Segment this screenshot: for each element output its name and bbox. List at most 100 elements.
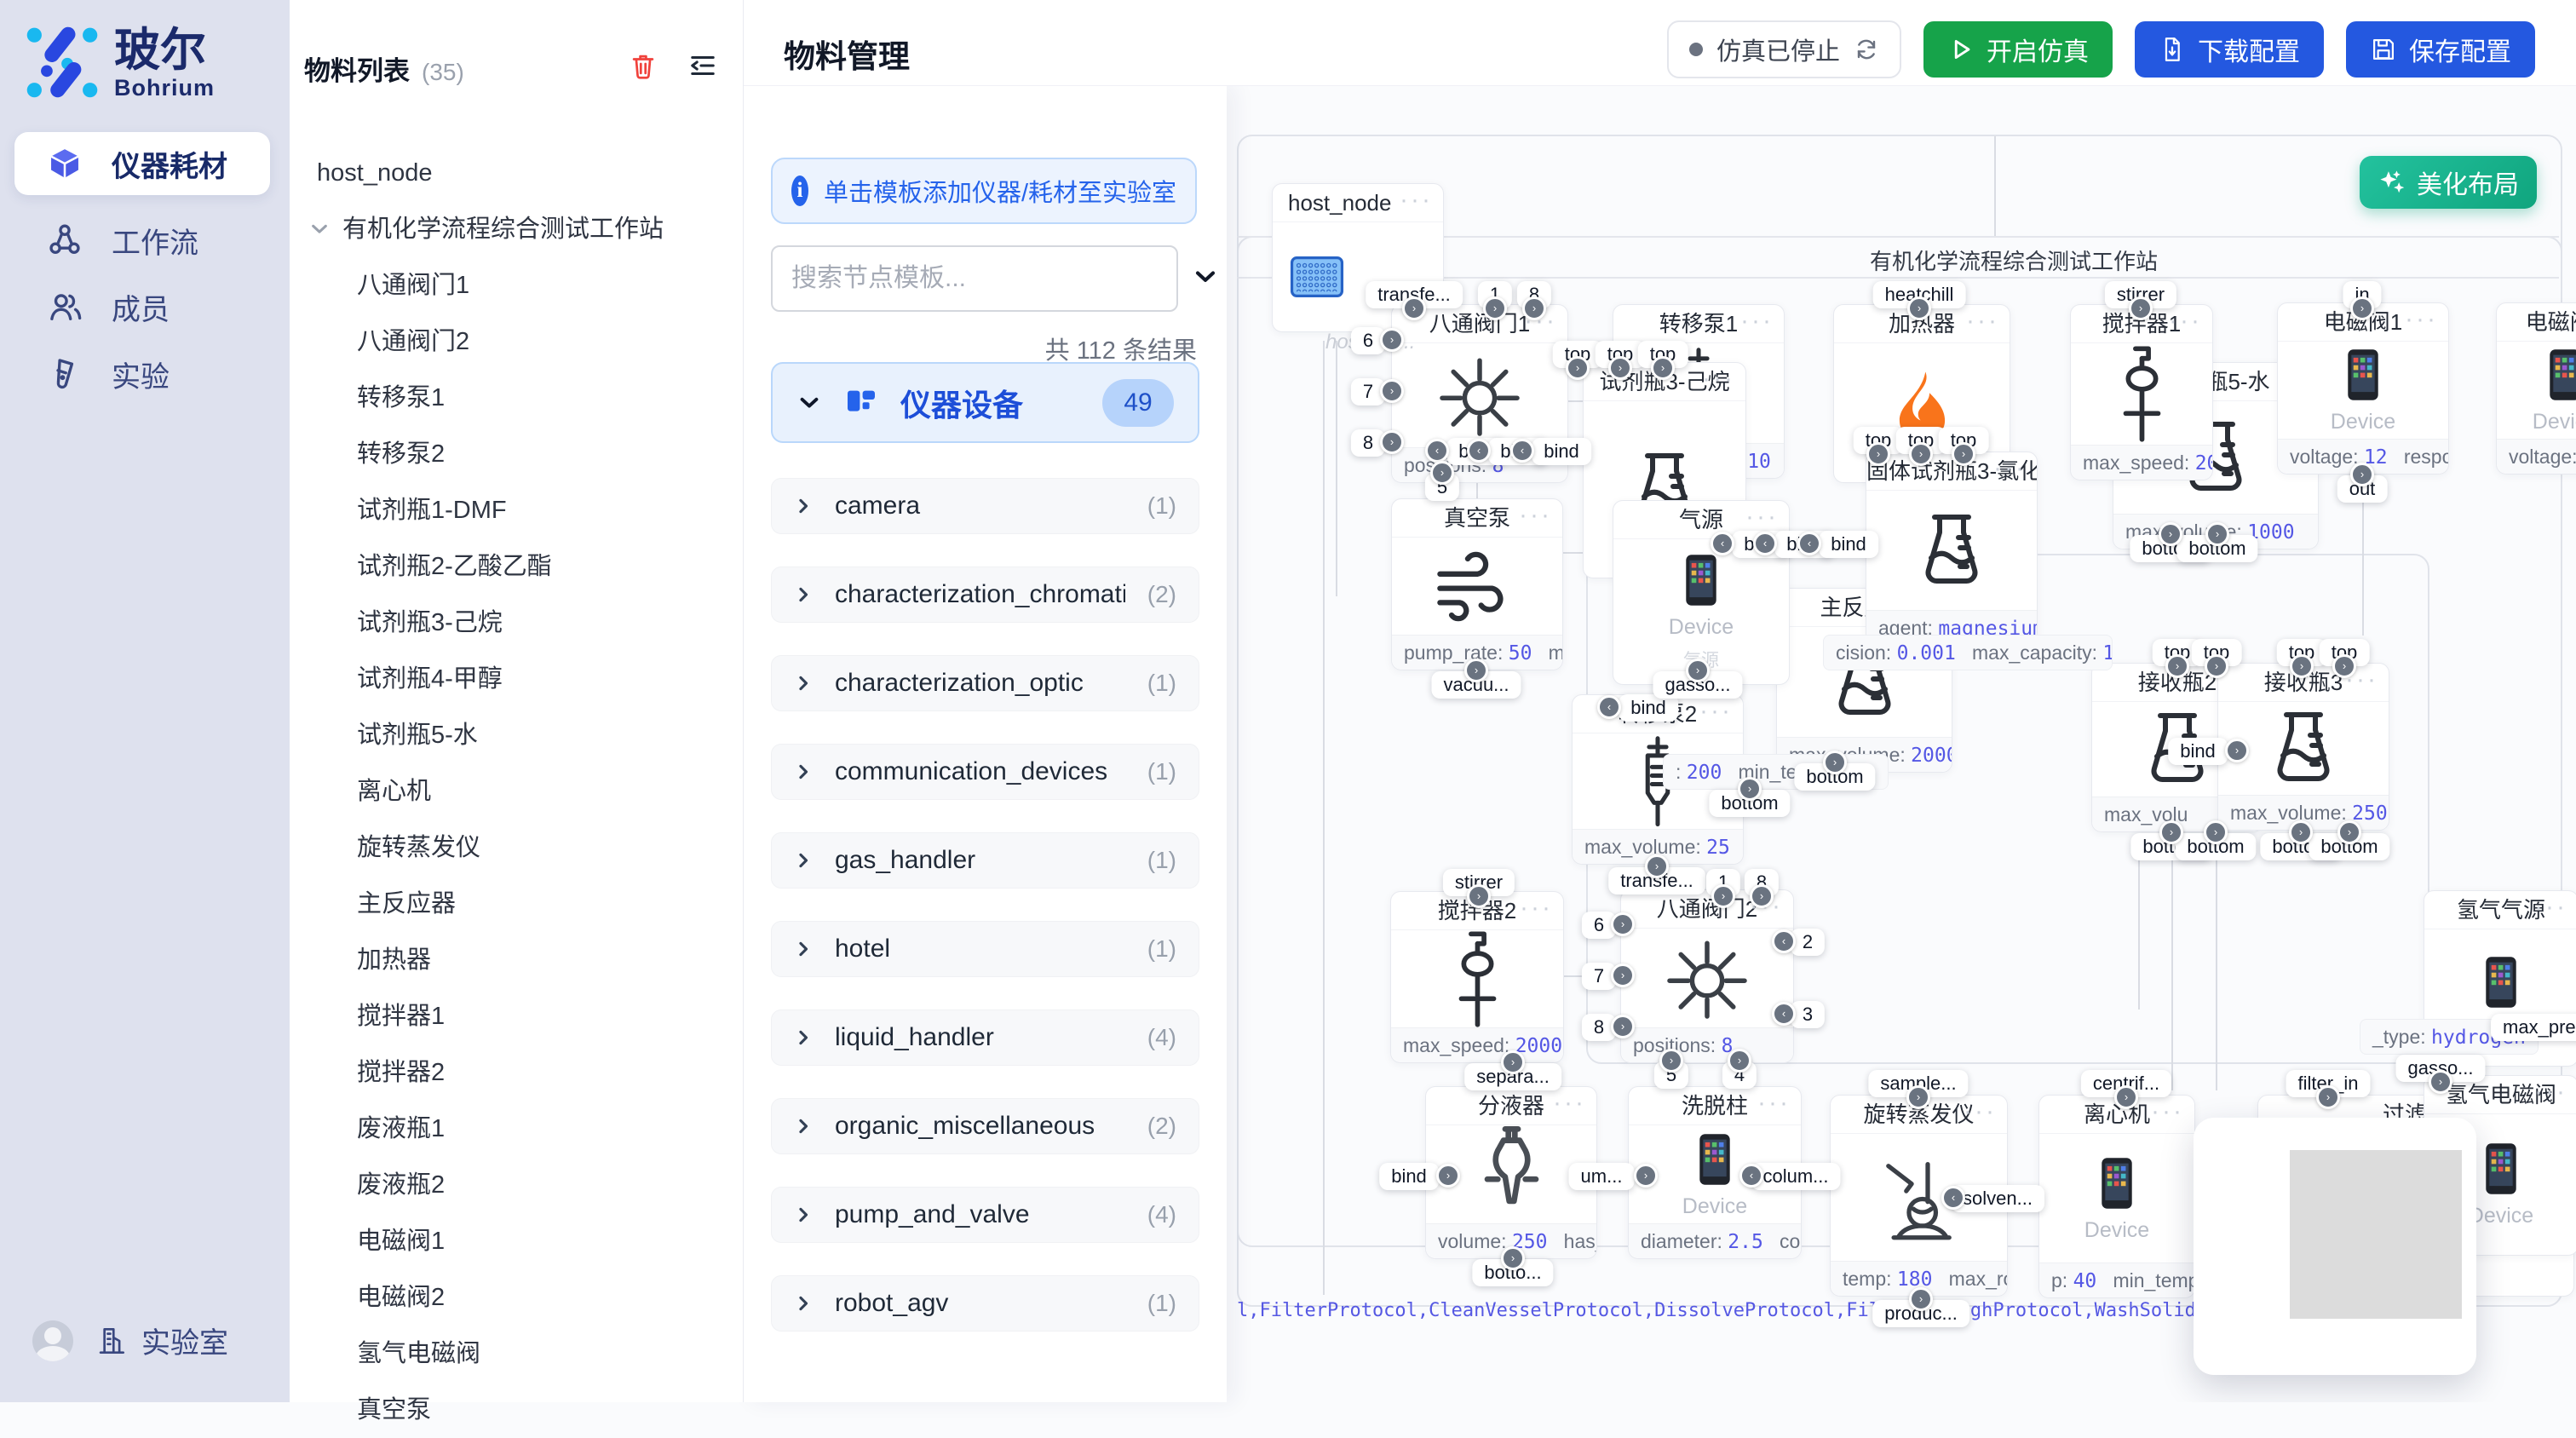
port-handle[interactable]: › bbox=[1436, 1164, 1460, 1188]
port-handle[interactable]: ‹ bbox=[1711, 532, 1734, 555]
tree-item[interactable]: 试剂瓶1-DMF bbox=[290, 482, 743, 538]
tree-item[interactable]: 废液瓶2 bbox=[290, 1157, 743, 1213]
port-handle[interactable]: › bbox=[1402, 296, 1426, 320]
canvas-node-真空泵[interactable]: 真空泵···pump_rate: 50 max_vacuum: 0.1 bbox=[1391, 498, 1563, 670]
sidebar-item-仪器耗材[interactable]: 仪器耗材 bbox=[14, 132, 270, 195]
outdent-icon[interactable] bbox=[688, 51, 717, 80]
node-menu-icon[interactable]: ··· bbox=[1400, 184, 1433, 219]
port-handle[interactable]: › bbox=[2350, 463, 2374, 486]
tree-item[interactable]: 离心机 bbox=[290, 763, 743, 820]
port-handle[interactable]: ‹ bbox=[1467, 439, 1491, 463]
tree-item-group[interactable]: 有机化学流程综合测试工作站 bbox=[290, 201, 743, 257]
port-handle[interactable]: › bbox=[2114, 1085, 2138, 1109]
template-category-communication_devices[interactable]: communication_devices(1) bbox=[771, 744, 1199, 800]
canvas-node-搅拌器2[interactable]: 搅拌器2···max_speed: 2000 bbox=[1390, 891, 1564, 1063]
port-handle[interactable]: › bbox=[1750, 884, 1774, 908]
port-handle[interactable]: › bbox=[1907, 296, 1931, 320]
tree-item[interactable]: 加热器 bbox=[290, 932, 743, 988]
node-menu-icon[interactable]: ··· bbox=[1520, 892, 1553, 927]
port-handle[interactable]: › bbox=[1711, 884, 1735, 908]
category-instruments[interactable]: 仪器设备 49 bbox=[771, 362, 1199, 443]
tree-item[interactable]: 搅拌器1 bbox=[290, 988, 743, 1044]
port-handle[interactable]: › bbox=[2165, 654, 2189, 678]
port-handle[interactable]: › bbox=[2159, 820, 2183, 844]
sidebar-item-lab[interactable]: 实验室 bbox=[95, 1320, 228, 1361]
port-handle[interactable]: › bbox=[2159, 522, 2182, 546]
port-handle[interactable]: › bbox=[1866, 442, 1890, 466]
node-menu-icon[interactable]: ··· bbox=[1740, 305, 1774, 340]
sidebar-item-成员[interactable]: 成员 bbox=[14, 275, 270, 338]
port-handle[interactable]: › bbox=[2332, 654, 2356, 678]
tree-item[interactable]: 主反应器 bbox=[290, 876, 743, 932]
port-handle[interactable]: ‹ bbox=[1941, 1186, 1965, 1210]
tree-item[interactable]: 真空泵 bbox=[290, 1382, 743, 1438]
port-handle[interactable]: › bbox=[1566, 356, 1590, 380]
port-handle[interactable]: ‹ bbox=[1772, 929, 1796, 953]
download-config-button[interactable]: 下载配置 bbox=[2135, 21, 2324, 78]
node-menu-icon[interactable]: ··· bbox=[1757, 1087, 1791, 1122]
port-handle[interactable]: › bbox=[2205, 654, 2228, 678]
port-handle[interactable]: › bbox=[1645, 854, 1669, 878]
node-menu-icon[interactable]: ··· bbox=[1702, 363, 1735, 398]
chevron-down-icon[interactable] bbox=[308, 218, 331, 240]
port-handle[interactable]: › bbox=[2316, 1085, 2340, 1109]
port-handle[interactable]: › bbox=[1611, 1015, 1635, 1038]
node-menu-icon[interactable]: ··· bbox=[1966, 305, 1999, 340]
port-handle[interactable]: › bbox=[1380, 430, 1404, 454]
port-handle[interactable]: › bbox=[1483, 296, 1507, 320]
port-handle[interactable]: › bbox=[1909, 1287, 1933, 1311]
tree-item[interactable]: 八通阀门2 bbox=[290, 313, 743, 370]
port-handle[interactable]: › bbox=[2429, 1070, 2452, 1094]
port-handle[interactable]: › bbox=[2290, 654, 2314, 678]
node-menu-icon[interactable]: ··· bbox=[2151, 1096, 2184, 1130]
refresh-icon[interactable] bbox=[1854, 37, 1879, 62]
port-handle[interactable]: › bbox=[1728, 1049, 1751, 1073]
tree-item[interactable]: 试剂瓶2-乙酸乙酯 bbox=[290, 538, 743, 595]
node-menu-icon[interactable]: ··· bbox=[1519, 499, 1552, 534]
port-handle[interactable]: › bbox=[1906, 1085, 1930, 1109]
node-menu-icon[interactable]: ··· bbox=[2169, 305, 2202, 340]
port-handle[interactable]: › bbox=[1380, 328, 1404, 352]
save-config-button[interactable]: 保存配置 bbox=[2346, 21, 2535, 78]
tree-item[interactable]: 转移泵1 bbox=[290, 370, 743, 426]
node-menu-icon[interactable]: ··· bbox=[1993, 452, 2027, 487]
template-category-pump_and_valve[interactable]: pump_and_valve(4) bbox=[771, 1187, 1199, 1243]
template-category-camera[interactable]: camera(1) bbox=[771, 478, 1199, 534]
avatar[interactable] bbox=[32, 1320, 73, 1361]
template-category-hotel[interactable]: hotel(1) bbox=[771, 921, 1199, 977]
sidebar-item-实验[interactable]: 实验 bbox=[14, 342, 270, 406]
template-category-gas_handler[interactable]: gas_handler(1) bbox=[771, 832, 1199, 889]
sim-status-pill[interactable]: 仿真已停止 bbox=[1667, 20, 1901, 78]
template-category-characterization_chromatic[interactable]: characterization_chromatic(2) bbox=[771, 567, 1199, 623]
template-category-liquid_handler[interactable]: liquid_handler(4) bbox=[771, 1009, 1199, 1066]
sidebar-item-工作流[interactable]: 工作流 bbox=[14, 209, 270, 272]
canvas-node-气源[interactable]: 气源···Device气源 bbox=[1613, 500, 1790, 685]
node-menu-icon[interactable]: ··· bbox=[2534, 891, 2567, 926]
port-handle[interactable]: › bbox=[1651, 356, 1675, 380]
port-handle[interactable]: ‹ bbox=[1425, 439, 1449, 463]
tree-item-root[interactable]: host_node bbox=[290, 145, 743, 201]
port-handle[interactable]: › bbox=[2129, 296, 2153, 320]
canvas-node-电磁阀1[interactable]: 电磁阀1···Devicevoltage: 12 response_time: … bbox=[2277, 302, 2449, 475]
node-menu-icon[interactable]: ··· bbox=[1699, 695, 1733, 730]
search-template-input[interactable] bbox=[771, 245, 1178, 312]
port-handle[interactable]: ‹ bbox=[1797, 532, 1821, 555]
port-handle[interactable]: › bbox=[2289, 820, 2313, 844]
port-handle[interactable]: › bbox=[1501, 1246, 1525, 1270]
tree-item[interactable]: 旋转蒸发仪 bbox=[290, 820, 743, 876]
tree-item[interactable]: 试剂瓶4-甲醇 bbox=[290, 651, 743, 707]
tree-item[interactable]: 电磁阀2 bbox=[290, 1269, 743, 1326]
canvas-node-八通阀门2[interactable]: 八通阀门2···positions: 8 bbox=[1620, 889, 1794, 1063]
tree-item[interactable]: 废液瓶1 bbox=[290, 1101, 743, 1157]
canvas-node-电磁阀2[interactable]: 电磁阀2···Devicevoltage: 12 bbox=[2496, 302, 2576, 475]
tree-item[interactable]: 八通阀门1 bbox=[290, 257, 743, 313]
port-handle[interactable]: › bbox=[1501, 1050, 1525, 1074]
collapse-panel-chevron-icon[interactable] bbox=[1193, 264, 1218, 290]
port-handle[interactable]: › bbox=[1823, 751, 1847, 774]
node-menu-icon[interactable]: ··· bbox=[1553, 1087, 1586, 1122]
tree-item[interactable]: 电磁阀1 bbox=[290, 1213, 743, 1269]
template-category-characterization_optic[interactable]: characterization_optic(1) bbox=[771, 655, 1199, 711]
tree-item[interactable]: 试剂瓶3-己烷 bbox=[290, 595, 743, 651]
port-handle[interactable]: ‹ bbox=[1772, 1002, 1796, 1026]
port-handle[interactable]: › bbox=[1738, 777, 1762, 801]
